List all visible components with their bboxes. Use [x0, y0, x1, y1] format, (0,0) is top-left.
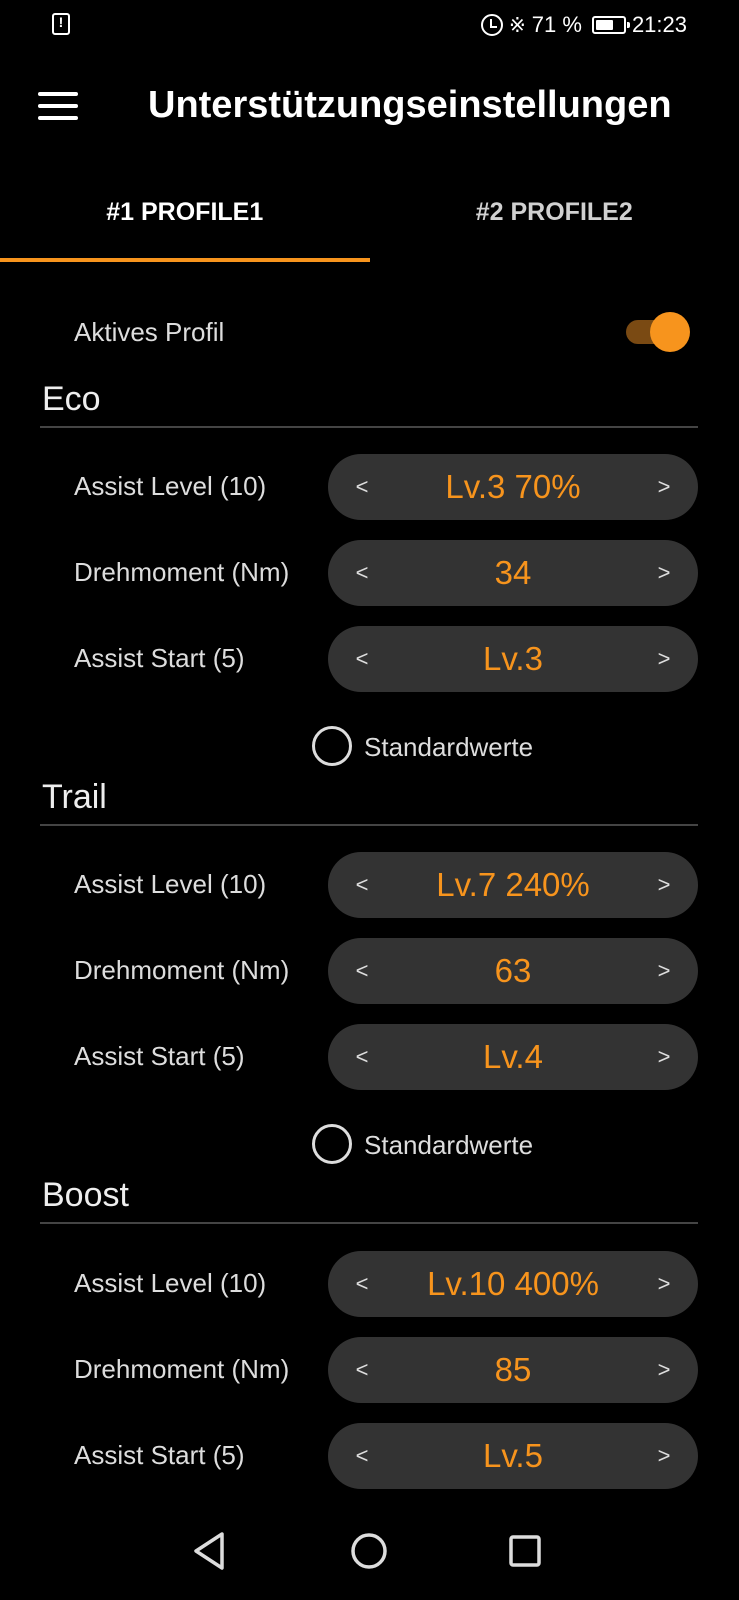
setting-row-assist-level: Assist Level (10) < Lv.3 70% >: [40, 454, 700, 520]
back-icon[interactable]: [186, 1526, 236, 1576]
decrease-button[interactable]: <: [332, 1024, 392, 1090]
increase-button[interactable]: >: [634, 938, 694, 1004]
setting-label: Assist Level (10): [74, 1268, 267, 1298]
torque-stepper: < 63 >: [328, 938, 698, 1004]
increase-button[interactable]: >: [634, 454, 694, 520]
status-indicators: ※ 71 % 21:23: [481, 10, 687, 40]
stepper-value: Lv.3 70%: [445, 468, 581, 505]
setting-label: Assist Level (10): [74, 869, 267, 899]
hamburger-menu-icon[interactable]: [38, 92, 78, 120]
tab-profile1[interactable]: #1 PROFILE1: [0, 180, 370, 262]
setting-row-torque: Drehmoment (Nm) < 34 >: [40, 540, 700, 606]
decrease-button[interactable]: <: [332, 1251, 392, 1317]
stepper-value: Lv.4: [483, 1038, 543, 1075]
torque-stepper: < 34 >: [328, 540, 698, 606]
increase-button[interactable]: >: [634, 1251, 694, 1317]
assist-level-stepper: < Lv.10 400% >: [328, 1251, 698, 1317]
assist-start-stepper: < Lv.4 >: [328, 1024, 698, 1090]
battery-icon: [591, 16, 630, 34]
decrease-button[interactable]: <: [332, 540, 392, 606]
page-title: Unterstützungseinstellungen: [148, 84, 672, 126]
active-profile-row: Aktives Profil: [74, 300, 690, 366]
decrease-button[interactable]: <: [332, 626, 392, 692]
section-title: Eco: [42, 380, 101, 418]
setting-row-torque: Drehmoment (Nm) < 63 >: [40, 938, 700, 1004]
section-title: Boost: [42, 1176, 129, 1214]
active-profile-label: Aktives Profil: [74, 317, 225, 347]
trail-defaults-radio[interactable]: Standardwerte: [312, 1119, 612, 1169]
setting-row-assist-start: Assist Start (5) < Lv.4 >: [40, 1024, 700, 1090]
increase-button[interactable]: >: [634, 1423, 694, 1489]
decrease-button[interactable]: <: [332, 852, 392, 918]
section-divider: [40, 426, 698, 428]
setting-row-assist-start: Assist Start (5) < Lv.5 >: [40, 1423, 700, 1489]
setting-row-torque: Drehmoment (Nm) < 85 >: [40, 1337, 700, 1403]
defaults-label: Standardwerte: [364, 732, 534, 762]
increase-button[interactable]: >: [634, 626, 694, 692]
app-header: Unterstützungseinstellungen: [0, 60, 739, 150]
stepper-value: Lv.7 240%: [436, 866, 590, 903]
tab-profile2[interactable]: #2 PROFILE2: [370, 180, 739, 262]
bluetooth-icon: ※: [509, 14, 526, 37]
home-icon[interactable]: [344, 1526, 394, 1576]
setting-label: Drehmoment (Nm): [74, 1354, 290, 1384]
increase-button[interactable]: >: [634, 1024, 694, 1090]
assist-start-stepper: < Lv.3 >: [328, 626, 698, 692]
eco-defaults-radio[interactable]: Standardwerte: [312, 721, 612, 771]
recents-icon[interactable]: [500, 1526, 550, 1576]
decrease-button[interactable]: <: [332, 938, 392, 1004]
defaults-label: Standardwerte: [364, 1130, 534, 1160]
radio-unchecked-icon: [312, 1124, 352, 1164]
status-bar: ※ 71 % 21:23: [0, 0, 739, 50]
assist-start-stepper: < Lv.5 >: [328, 1423, 698, 1489]
setting-row-assist-level: Assist Level (10) < Lv.7 240% >: [40, 852, 700, 918]
assist-level-stepper: < Lv.3 70% >: [328, 454, 698, 520]
setting-label: Assist Start (5): [74, 1041, 245, 1071]
setting-row-assist-level: Assist Level (10) < Lv.10 400% >: [40, 1251, 700, 1317]
toggle-knob: [650, 312, 690, 352]
setting-label: Assist Start (5): [74, 643, 245, 673]
increase-button[interactable]: >: [634, 540, 694, 606]
alarm-icon: [481, 14, 504, 36]
decrease-button[interactable]: <: [332, 1337, 392, 1403]
section-title: Trail: [42, 778, 107, 816]
section-divider: [40, 1222, 698, 1224]
decrease-button[interactable]: <: [332, 454, 392, 520]
setting-row-assist-start: Assist Start (5) < Lv.3 >: [40, 626, 700, 692]
active-profile-toggle[interactable]: [624, 312, 690, 352]
stepper-value: Lv.3: [483, 640, 543, 677]
stepper-value: 85: [494, 1351, 532, 1388]
profile-tabs: #1 PROFILE1 #2 PROFILE2: [0, 180, 739, 262]
stepper-value: 34: [494, 554, 532, 591]
section-divider: [40, 824, 698, 826]
setting-label: Assist Level (10): [74, 471, 267, 501]
system-nav-bar: [0, 1500, 739, 1600]
increase-button[interactable]: >: [634, 1337, 694, 1403]
stepper-value: Lv.5: [483, 1437, 543, 1474]
assist-level-stepper: < Lv.7 240% >: [328, 852, 698, 918]
increase-button[interactable]: >: [634, 852, 694, 918]
decrease-button[interactable]: <: [332, 1423, 392, 1489]
radio-unchecked-icon: [312, 726, 352, 766]
clock: 21:23: [631, 12, 687, 37]
setting-label: Drehmoment (Nm): [74, 557, 290, 587]
torque-stepper: < 85 >: [328, 1337, 698, 1403]
setting-label: Drehmoment (Nm): [74, 955, 290, 985]
stepper-value: 63: [494, 952, 532, 989]
stepper-value: Lv.10 400%: [427, 1265, 599, 1302]
alert-icon: [52, 13, 70, 35]
battery-percent: 71 %: [531, 12, 582, 37]
setting-label: Assist Start (5): [74, 1440, 245, 1470]
